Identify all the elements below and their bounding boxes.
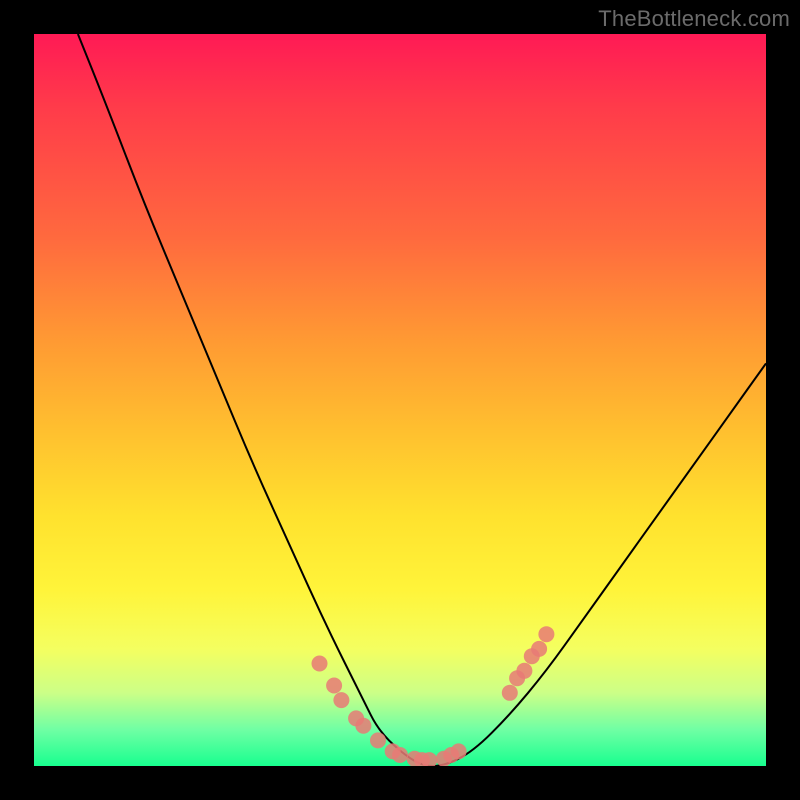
bottleneck-curve bbox=[78, 34, 766, 766]
marker-dot bbox=[451, 743, 467, 759]
marker-dot bbox=[355, 718, 371, 734]
marker-layer bbox=[312, 626, 555, 766]
curve-svg bbox=[34, 34, 766, 766]
marker-dot bbox=[502, 685, 518, 701]
marker-dot bbox=[370, 732, 386, 748]
chart-frame: TheBottleneck.com bbox=[0, 0, 800, 800]
marker-dot bbox=[538, 626, 554, 642]
marker-dot bbox=[516, 663, 532, 679]
watermark-text: TheBottleneck.com bbox=[598, 6, 790, 32]
marker-dot bbox=[312, 656, 328, 672]
marker-dot bbox=[531, 641, 547, 657]
marker-dot bbox=[392, 747, 408, 763]
marker-dot bbox=[326, 678, 342, 694]
plot-area bbox=[34, 34, 766, 766]
marker-dot bbox=[333, 692, 349, 708]
curve-layer bbox=[78, 34, 766, 766]
